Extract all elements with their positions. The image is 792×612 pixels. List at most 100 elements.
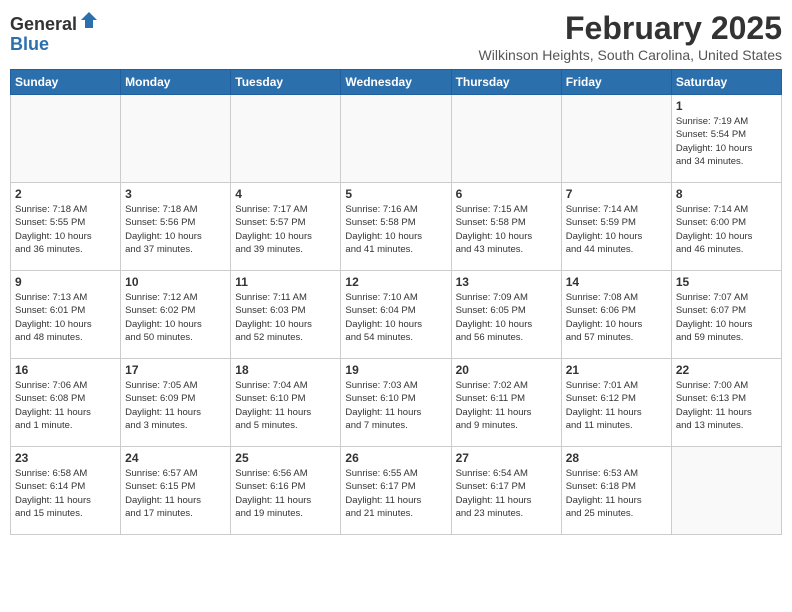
day-number: 20: [456, 363, 557, 377]
calendar-day-cell: 23Sunrise: 6:58 AM Sunset: 6:14 PM Dayli…: [11, 447, 121, 535]
day-number: 27: [456, 451, 557, 465]
month-title: February 2025: [479, 10, 782, 47]
calendar-day-cell: 27 Sunrise: 6:54 AM Sunset: 6:17 PM Dayli…: [451, 447, 561, 535]
day-info: Sunrise: 7:14 AM Sunset: 6:00 PM Dayligh…: [676, 203, 777, 256]
day-number: 9: [15, 275, 116, 289]
calendar-day-cell: 1 Sunrise: 7:19 AM Sunset: 5:54 PM Daylig…: [671, 95, 781, 183]
calendar-day-cell: 8 Sunrise: 7:14 AM Sunset: 6:00 PM Daylig…: [671, 183, 781, 271]
day-number: 5: [345, 187, 446, 201]
day-info: Sunrise: 7:19 AM Sunset: 5:54 PM Dayligh…: [676, 115, 777, 168]
calendar-week-row: 2 Sunrise: 7:18 AM Sunset: 5:55 PM Daylig…: [11, 183, 782, 271]
day-number: 11: [235, 275, 336, 289]
day-number: 21: [566, 363, 667, 377]
day-number: 8: [676, 187, 777, 201]
calendar-day-cell: [451, 95, 561, 183]
calendar-header-row: SundayMondayTuesdayWednesdayThursdayFrid…: [11, 70, 782, 95]
calendar-day-cell: 14 Sunrise: 7:08 AM Sunset: 6:06 PM Dayli…: [561, 271, 671, 359]
day-number: 28: [566, 451, 667, 465]
day-info: Sunrise: 7:04 AM Sunset: 6:10 PM Dayligh…: [235, 379, 336, 432]
title-block: February 2025 Wilkinson Heights, South C…: [479, 10, 782, 63]
calendar-day-cell: 3Sunrise: 7:18 AM Sunset: 5:56 PM Daylig…: [121, 183, 231, 271]
calendar-day-cell: [231, 95, 341, 183]
day-info: Sunrise: 6:56 AM Sunset: 6:16 PM Dayligh…: [235, 467, 336, 520]
calendar-day-cell: 12 Sunrise: 7:10 AM Sunset: 6:04 PM Dayli…: [341, 271, 451, 359]
day-number: 25: [235, 451, 336, 465]
day-info: Sunrise: 7:10 AM Sunset: 6:04 PM Dayligh…: [345, 291, 446, 344]
day-info: Sunrise: 6:54 AM Sunset: 6:17 PM Dayligh…: [456, 467, 557, 520]
calendar-day-cell: 22 Sunrise: 7:00 AM Sunset: 6:13 PM Dayli…: [671, 359, 781, 447]
calendar-day-cell: 15 Sunrise: 7:07 AM Sunset: 6:07 PM Dayli…: [671, 271, 781, 359]
day-number: 7: [566, 187, 667, 201]
calendar-week-row: 16Sunrise: 7:06 AM Sunset: 6:08 PM Dayli…: [11, 359, 782, 447]
day-number: 19: [345, 363, 446, 377]
day-info: Sunrise: 7:07 AM Sunset: 6:07 PM Dayligh…: [676, 291, 777, 344]
calendar-day-cell: 7 Sunrise: 7:14 AM Sunset: 5:59 PM Daylig…: [561, 183, 671, 271]
calendar-week-row: 23Sunrise: 6:58 AM Sunset: 6:14 PM Dayli…: [11, 447, 782, 535]
day-number: 12: [345, 275, 446, 289]
weekday-header: Monday: [121, 70, 231, 95]
day-info: Sunrise: 7:18 AM Sunset: 5:55 PM Dayligh…: [15, 203, 116, 256]
calendar-day-cell: [11, 95, 121, 183]
weekday-header: Thursday: [451, 70, 561, 95]
calendar-day-cell: 2 Sunrise: 7:18 AM Sunset: 5:55 PM Daylig…: [11, 183, 121, 271]
calendar-day-cell: [121, 95, 231, 183]
day-info: Sunrise: 7:12 AM Sunset: 6:02 PM Dayligh…: [125, 291, 226, 344]
day-info: Sunrise: 7:14 AM Sunset: 5:59 PM Dayligh…: [566, 203, 667, 256]
calendar-day-cell: 18 Sunrise: 7:04 AM Sunset: 6:10 PM Dayli…: [231, 359, 341, 447]
day-info: Sunrise: 6:53 AM Sunset: 6:18 PM Dayligh…: [566, 467, 667, 520]
day-number: 4: [235, 187, 336, 201]
calendar-day-cell: [341, 95, 451, 183]
calendar-day-cell: 10 Sunrise: 7:12 AM Sunset: 6:02 PM Dayli…: [121, 271, 231, 359]
day-number: 1: [676, 99, 777, 113]
calendar-day-cell: 21 Sunrise: 7:01 AM Sunset: 6:12 PM Dayli…: [561, 359, 671, 447]
logo-icon: [79, 10, 99, 30]
calendar-day-cell: 17 Sunrise: 7:05 AM Sunset: 6:09 PM Dayli…: [121, 359, 231, 447]
day-info: Sunrise: 7:01 AM Sunset: 6:12 PM Dayligh…: [566, 379, 667, 432]
weekday-header: Friday: [561, 70, 671, 95]
calendar-day-cell: 4Sunrise: 7:17 AM Sunset: 5:57 PM Daylig…: [231, 183, 341, 271]
weekday-header: Wednesday: [341, 70, 451, 95]
calendar-day-cell: 16Sunrise: 7:06 AM Sunset: 6:08 PM Dayli…: [11, 359, 121, 447]
calendar-day-cell: 6Sunrise: 7:15 AM Sunset: 5:58 PM Daylig…: [451, 183, 561, 271]
day-number: 10: [125, 275, 226, 289]
page-header: General Blue February 2025 Wilkinson Hei…: [10, 10, 782, 63]
weekday-header: Saturday: [671, 70, 781, 95]
day-info: Sunrise: 6:55 AM Sunset: 6:17 PM Dayligh…: [345, 467, 446, 520]
calendar-week-row: 1 Sunrise: 7:19 AM Sunset: 5:54 PM Daylig…: [11, 95, 782, 183]
day-number: 13: [456, 275, 557, 289]
day-number: 6: [456, 187, 557, 201]
logo-blue-text: Blue: [10, 34, 49, 54]
day-info: Sunrise: 7:13 AM Sunset: 6:01 PM Dayligh…: [15, 291, 116, 344]
day-number: 15: [676, 275, 777, 289]
calendar-day-cell: 19Sunrise: 7:03 AM Sunset: 6:10 PM Dayli…: [341, 359, 451, 447]
day-info: Sunrise: 7:02 AM Sunset: 6:11 PM Dayligh…: [456, 379, 557, 432]
day-info: Sunrise: 6:57 AM Sunset: 6:15 PM Dayligh…: [125, 467, 226, 520]
calendar-day-cell: 28 Sunrise: 6:53 AM Sunset: 6:18 PM Dayli…: [561, 447, 671, 535]
day-info: Sunrise: 6:58 AM Sunset: 6:14 PM Dayligh…: [15, 467, 116, 520]
calendar-day-cell: [671, 447, 781, 535]
day-number: 24: [125, 451, 226, 465]
day-info: Sunrise: 7:00 AM Sunset: 6:13 PM Dayligh…: [676, 379, 777, 432]
calendar-table: SundayMondayTuesdayWednesdayThursdayFrid…: [10, 69, 782, 535]
day-info: Sunrise: 7:05 AM Sunset: 6:09 PM Dayligh…: [125, 379, 226, 432]
calendar-day-cell: 26 Sunrise: 6:55 AM Sunset: 6:17 PM Dayli…: [341, 447, 451, 535]
day-info: Sunrise: 7:09 AM Sunset: 6:05 PM Dayligh…: [456, 291, 557, 344]
day-number: 18: [235, 363, 336, 377]
day-number: 26: [345, 451, 446, 465]
calendar-day-cell: 11Sunrise: 7:11 AM Sunset: 6:03 PM Dayli…: [231, 271, 341, 359]
calendar-day-cell: 5Sunrise: 7:16 AM Sunset: 5:58 PM Daylig…: [341, 183, 451, 271]
day-number: 14: [566, 275, 667, 289]
day-number: 2: [15, 187, 116, 201]
calendar-day-cell: 20 Sunrise: 7:02 AM Sunset: 6:11 PM Dayli…: [451, 359, 561, 447]
day-number: 22: [676, 363, 777, 377]
day-number: 17: [125, 363, 226, 377]
calendar-day-cell: 9 Sunrise: 7:13 AM Sunset: 6:01 PM Daylig…: [11, 271, 121, 359]
day-info: Sunrise: 7:18 AM Sunset: 5:56 PM Dayligh…: [125, 203, 226, 256]
calendar-day-cell: 13 Sunrise: 7:09 AM Sunset: 6:05 PM Dayli…: [451, 271, 561, 359]
calendar-day-cell: 24 Sunrise: 6:57 AM Sunset: 6:15 PM Dayli…: [121, 447, 231, 535]
day-info: Sunrise: 7:08 AM Sunset: 6:06 PM Dayligh…: [566, 291, 667, 344]
logo-general-text: General: [10, 14, 77, 34]
location-title: Wilkinson Heights, South Carolina, Unite…: [479, 47, 782, 63]
calendar-day-cell: 25 Sunrise: 6:56 AM Sunset: 6:16 PM Dayli…: [231, 447, 341, 535]
weekday-header: Sunday: [11, 70, 121, 95]
